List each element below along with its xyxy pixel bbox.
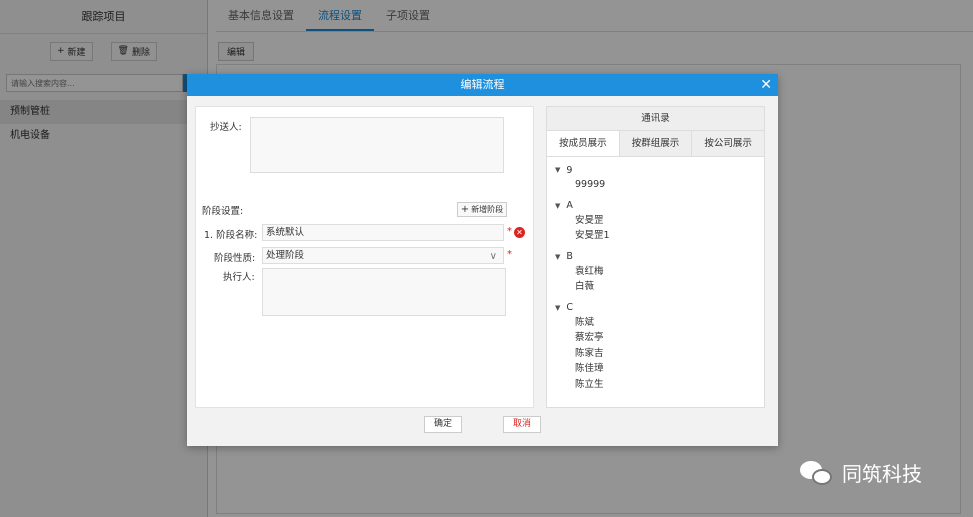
- stage-name-label: 1. 阶段名称:: [204, 230, 258, 241]
- group-key: 9: [566, 164, 573, 176]
- contact-member[interactable]: 99999: [555, 177, 756, 193]
- caret-down-icon: ▼: [555, 252, 561, 261]
- required-mark: *: [507, 249, 512, 260]
- contact-group: ▼ C 陈斌 蔡宏亭 陈家吉 陈佳璋 陈立生: [555, 301, 756, 393]
- confirm-button[interactable]: 确定: [424, 416, 462, 433]
- add-stage-button[interactable]: + 新增阶段: [457, 202, 507, 217]
- tab-by-company[interactable]: 按公司展示: [692, 131, 765, 156]
- contact-member[interactable]: 安旻罡1: [555, 228, 756, 244]
- contact-member[interactable]: 陈立生: [555, 377, 756, 393]
- contact-member[interactable]: 陈斌: [555, 315, 756, 331]
- stage-nature-value: 处理阶段: [266, 250, 305, 261]
- dialog-footer: 确定 取消: [187, 416, 778, 436]
- caret-down-icon: ▼: [555, 166, 561, 174]
- group-key: C: [566, 302, 574, 313]
- group-header[interactable]: ▼ C: [555, 301, 756, 315]
- close-icon[interactable]: ✕: [760, 74, 772, 96]
- executor-field[interactable]: [262, 268, 506, 316]
- group-key: B: [566, 251, 573, 262]
- contact-group: ▼ A 安旻罡 安旻罡1: [555, 199, 756, 244]
- caret-down-icon: ▼: [555, 303, 561, 312]
- contact-member[interactable]: 陈家吉: [555, 346, 756, 362]
- contacts-tabs: 按成员展示 按群组展示 按公司展示: [547, 131, 765, 157]
- error-icon: ✕: [514, 227, 525, 238]
- contact-member[interactable]: 安旻罡: [555, 213, 756, 229]
- group-header[interactable]: ▼ B: [555, 250, 756, 264]
- group-header[interactable]: ▼ 9: [555, 163, 756, 177]
- executor-label: 执行人:: [223, 272, 255, 283]
- contacts-tree: ▼ 9 99999 ▼ A 安旻罡 安旻罡1 ▼ B 袁红梅 白薇 ▼ C 陈斌 蔡宏亭…: [547, 157, 764, 406]
- add-stage-label: 新增阶段: [471, 205, 504, 214]
- contact-member[interactable]: 白薇: [555, 279, 756, 295]
- group-header[interactable]: ▼ A: [555, 199, 756, 213]
- stage-name-input[interactable]: 系统默认: [262, 224, 504, 241]
- contact-member[interactable]: 陈佳璋: [555, 361, 756, 377]
- stage-nature-select[interactable]: 处理阶段 ∨: [262, 247, 504, 264]
- tab-by-group[interactable]: 按群组展示: [619, 131, 693, 156]
- chevron-down-icon: ∨: [489, 251, 497, 262]
- flow-form: 抄送人: 阶段设置: + 新增阶段 1. 阶段名称: 系统默认 * ✕ 阶段性质…: [195, 106, 534, 408]
- contact-group: ▼ B 袁红梅 白薇: [555, 250, 756, 295]
- watermark-text: 同筑科技: [842, 462, 922, 486]
- required-mark: *: [507, 226, 512, 237]
- cancel-button[interactable]: 取消: [503, 416, 541, 433]
- contact-group: ▼ 9 99999: [555, 163, 756, 193]
- contacts-panel: 通讯录 按成员展示 按群组展示 按公司展示 ▼ 9 99999 ▼ A 安旻罡 安旻…: [546, 106, 765, 408]
- plus-icon: +: [460, 204, 470, 215]
- contact-member[interactable]: 蔡宏亭: [555, 330, 756, 346]
- watermark: 同筑科技: [800, 458, 922, 487]
- cc-label: 抄送人:: [210, 122, 242, 133]
- edit-flow-dialog: 编辑流程 ✕ 抄送人: 阶段设置: + 新增阶段 1. 阶段名称: 系统默认 *…: [187, 74, 778, 446]
- caret-down-icon: ▼: [555, 201, 561, 210]
- dialog-title: 编辑流程: [460, 78, 505, 91]
- cc-field[interactable]: [250, 117, 504, 173]
- stage-nature-label: 阶段性质:: [214, 253, 256, 264]
- contact-member[interactable]: 袁红梅: [555, 264, 756, 280]
- contacts-title: 通讯录: [547, 107, 764, 131]
- wechat-icon: [800, 459, 834, 487]
- dialog-header: 编辑流程 ✕: [187, 74, 778, 96]
- stage-settings-label: 阶段设置:: [202, 206, 244, 217]
- tab-by-member[interactable]: 按成员展示: [547, 131, 620, 156]
- group-key: A: [566, 200, 573, 211]
